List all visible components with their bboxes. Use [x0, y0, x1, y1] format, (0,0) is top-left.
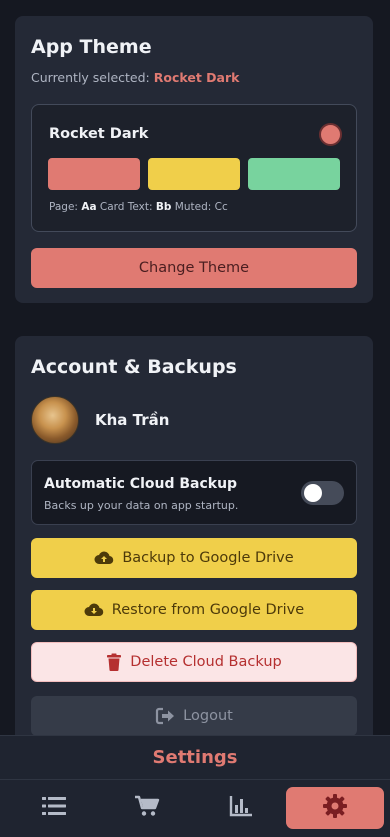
legend-card-sample: Bb	[155, 201, 172, 213]
toggle-knob	[304, 484, 322, 502]
current-theme-text: Currently selected: Rocket Dark	[31, 70, 239, 85]
legend-page-sample: Aa	[81, 201, 97, 213]
current-theme-prefix: Currently selected:	[31, 70, 150, 85]
settings-header: Settings	[0, 735, 390, 780]
logout-button[interactable]: Logout	[31, 696, 357, 736]
tab-list[interactable]	[5, 787, 103, 829]
logout-icon	[155, 707, 175, 725]
tab-chart[interactable]	[192, 787, 290, 829]
change-theme-button[interactable]: Change Theme	[31, 248, 357, 288]
trash-icon	[106, 653, 122, 671]
auto-backup-toggle[interactable]	[301, 481, 344, 505]
current-theme-name: Rocket Dark	[153, 70, 240, 85]
delete-cloud-backup-label: Delete Cloud Backup	[130, 654, 282, 670]
tab-cart[interactable]	[98, 787, 196, 829]
swatch-tertiary	[248, 158, 340, 190]
list-icon	[42, 796, 66, 820]
auto-backup-description: Backs up your data on app startup.	[44, 499, 239, 512]
auto-backup-title: Automatic Cloud Backup	[44, 476, 238, 492]
account-backups-title: Account & Backups	[31, 356, 237, 378]
theme-text-legend: Page: Aa Card Text: Bb Muted: Cc	[49, 201, 228, 213]
cloud-download-icon	[84, 602, 104, 618]
restore-from-drive-button[interactable]: Restore from Google Drive	[31, 590, 357, 630]
page-title: Settings	[152, 747, 238, 768]
legend-muted-label: Muted:	[174, 201, 212, 213]
legend-card-label: Card Text:	[99, 201, 153, 213]
account-backups-card: Account & Backups Kha Trần Automatic Clo…	[15, 336, 373, 756]
gear-icon	[322, 793, 348, 823]
swatch-primary	[48, 158, 140, 190]
legend-page-label: Page:	[49, 201, 78, 213]
app-theme-card: App Theme Currently selected: Rocket Dar…	[15, 16, 373, 303]
chart-icon	[229, 795, 253, 821]
cart-icon	[134, 795, 160, 821]
theme-selected-indicator	[319, 123, 342, 146]
user-name: Kha Trần	[95, 411, 170, 429]
backup-to-drive-button[interactable]: Backup to Google Drive	[31, 538, 357, 578]
change-theme-label: Change Theme	[138, 260, 250, 276]
theme-option-rocket-dark[interactable]: Rocket Dark Page: Aa Card Text: Bb Muted…	[31, 104, 357, 232]
swatch-secondary	[148, 158, 240, 190]
logout-label: Logout	[183, 708, 233, 724]
backup-to-drive-label: Backup to Google Drive	[122, 550, 294, 566]
tab-settings[interactable]	[286, 787, 384, 829]
bottom-tab-bar	[0, 780, 390, 837]
restore-from-drive-label: Restore from Google Drive	[111, 602, 305, 618]
auto-backup-setting: Automatic Cloud Backup Backs up your dat…	[31, 460, 357, 525]
app-theme-title: App Theme	[31, 36, 152, 58]
delete-cloud-backup-button[interactable]: Delete Cloud Backup	[31, 642, 357, 682]
cloud-upload-icon	[94, 550, 114, 566]
avatar	[31, 396, 79, 444]
legend-muted-sample: Cc	[214, 201, 228, 213]
theme-option-name: Rocket Dark	[49, 126, 149, 142]
